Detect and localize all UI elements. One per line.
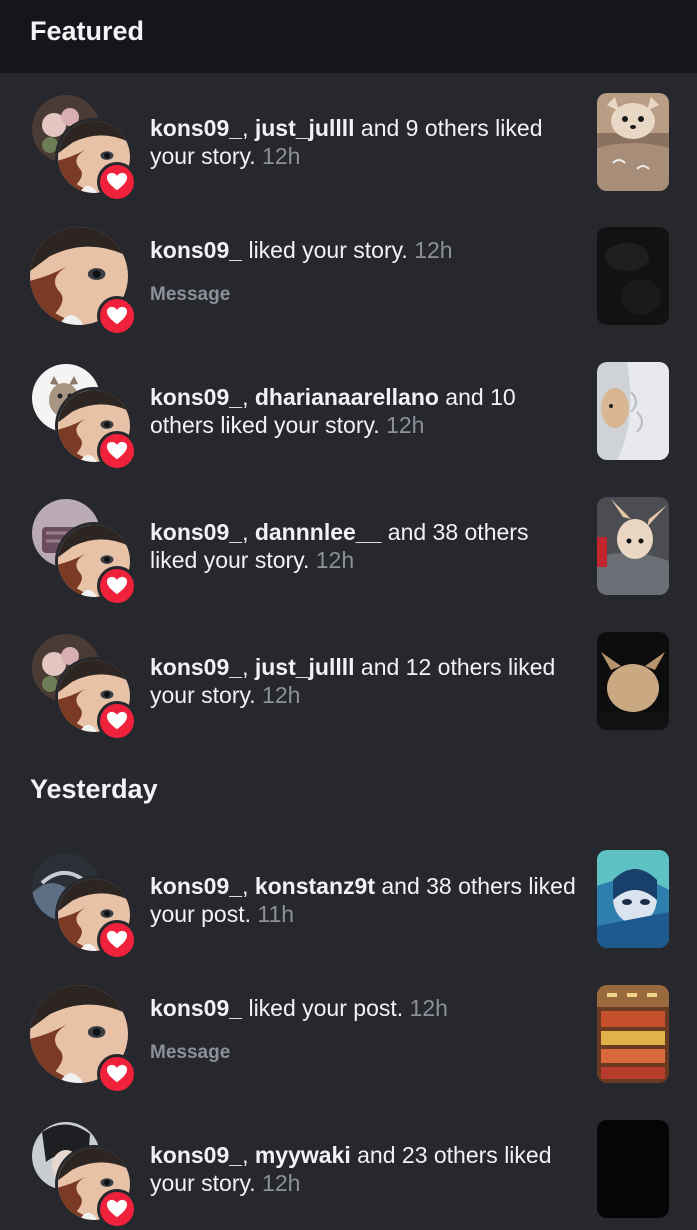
heart-icon <box>97 1189 137 1229</box>
post-thumbnail[interactable] <box>597 497 669 595</box>
post-thumbnail[interactable] <box>597 93 669 191</box>
heart-icon <box>97 431 137 471</box>
heart-icon <box>97 920 137 960</box>
heart-icon <box>97 296 137 336</box>
heart-icon <box>97 162 137 202</box>
notification-row[interactable]: kons09_ liked your story. 12h Message <box>0 227 697 337</box>
notification-row[interactable]: kons09_, konstanz9t and 38 others liked … <box>0 850 697 961</box>
post-thumbnail[interactable] <box>597 850 669 948</box>
notification-row[interactable]: kons09_, myywaki and 23 others liked you… <box>0 1120 697 1230</box>
notification-row[interactable]: kons09_, just_jullll and 9 others liked … <box>0 93 697 203</box>
message-button[interactable]: Message <box>150 284 230 306</box>
notification-text: kons09_, myywaki and 23 others liked you… <box>150 1142 552 1196</box>
notification-text: kons09_, konstanz9t and 38 others liked … <box>150 873 576 927</box>
section-title-yesterday: Yesterday <box>30 774 158 804</box>
post-thumbnail[interactable] <box>597 362 669 460</box>
notification-text: kons09_, just_jullll and 9 others liked … <box>150 115 543 169</box>
message-button[interactable]: Message <box>150 1042 230 1064</box>
notification-text: kons09_ liked your story. 12h <box>150 237 453 263</box>
notification-row[interactable]: kons09_, just_jullll and 12 others liked… <box>0 632 697 742</box>
notification-text: kons09_, dharianaarellano and 10 others … <box>150 384 516 438</box>
notification-text: kons09_, just_jullll and 12 others liked… <box>150 654 556 708</box>
heart-icon <box>97 701 137 741</box>
post-thumbnail[interactable] <box>597 985 669 1083</box>
notification-row[interactable]: kons09_, dharianaarellano and 10 others … <box>0 362 697 472</box>
post-thumbnail[interactable] <box>597 227 669 325</box>
heart-icon <box>97 566 137 606</box>
post-thumbnail[interactable] <box>597 1120 669 1218</box>
post-thumbnail[interactable] <box>597 632 669 730</box>
heart-icon <box>97 1054 137 1094</box>
notification-row[interactable]: kons09_ liked your post. 12h Message <box>0 985 697 1095</box>
section-title-featured: Featured <box>30 16 145 46</box>
notification-text: kons09_ liked your post. 12h <box>150 995 448 1021</box>
notification-text: kons09_, dannnlee__ and 38 others liked … <box>150 519 529 573</box>
notification-row[interactable]: kons09_, dannnlee__ and 38 others liked … <box>0 497 697 607</box>
